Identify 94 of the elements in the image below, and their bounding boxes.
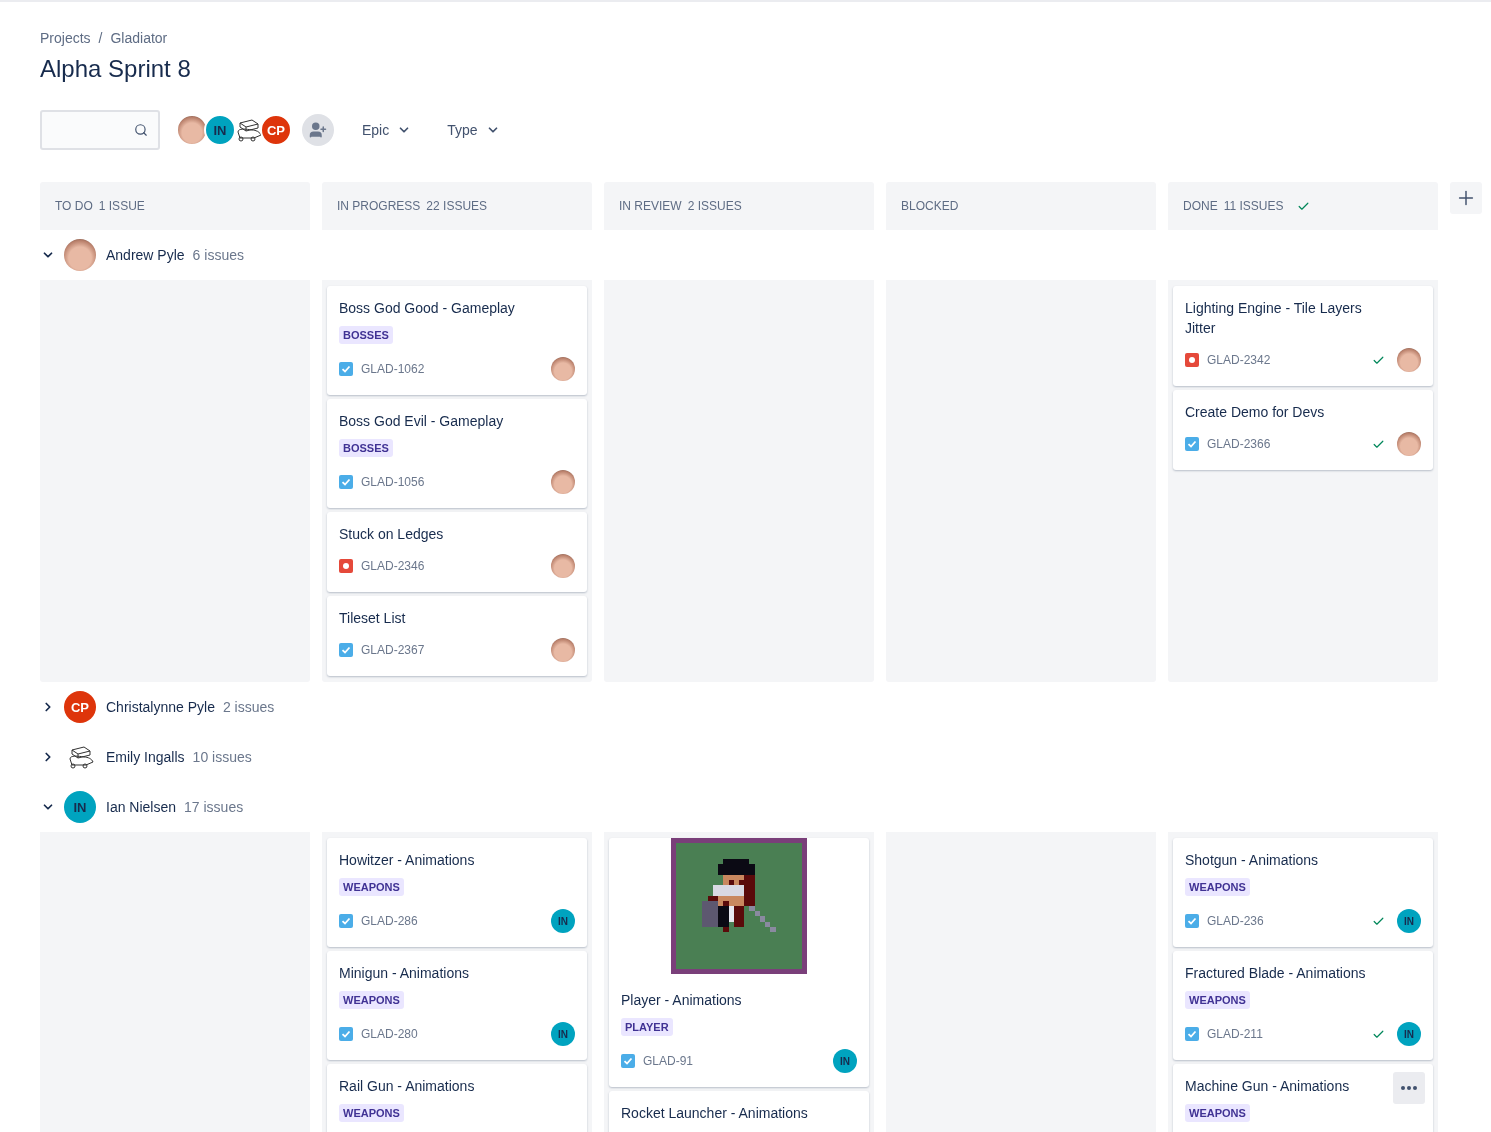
epic-label: PLAYER (621, 1018, 673, 1036)
avatar-initials: IN (204, 114, 236, 146)
avatar-initials: IN (1397, 1022, 1421, 1046)
epic-label: WEAPONS (339, 1104, 404, 1122)
filter-dropdown[interactable]: Epic (350, 116, 424, 144)
avatar-photo (551, 470, 575, 494)
avatar-initials: IN (64, 791, 96, 823)
add-column-button[interactable] (1450, 182, 1482, 214)
avatar-photo (551, 554, 575, 578)
issue-key[interactable]: GLAD-1056 (361, 475, 551, 489)
avatar-initials: CP (64, 691, 96, 723)
issue-card[interactable]: Boss God Good - Gameplay BOSSES GLAD-1062 (327, 286, 587, 395)
avatar-photo (551, 638, 575, 662)
issue-count: 22 ISSUES (426, 199, 488, 213)
assignee-name: Christalynne Pyle (106, 699, 215, 715)
issue-count: 1 ISSUE (98, 199, 145, 213)
epic-label: WEAPONS (339, 878, 404, 896)
issue-card[interactable]: Fractured Blade - Animations WEAPONS GLAD-211 IN (1173, 951, 1433, 1060)
issue-count: 11 ISSUES (1223, 199, 1284, 213)
epic-label: WEAPONS (1185, 1104, 1250, 1122)
avatar-initials: IN (551, 909, 575, 933)
card-title: Stuck on Ledges (339, 525, 444, 544)
column-title: TO DO (55, 199, 93, 213)
issue-count: 10 issues (192, 749, 252, 765)
assignee-name: Ian Nielsen (106, 799, 177, 815)
issue-count: 6 issues (192, 247, 244, 263)
issue-key[interactable]: GLAD-2342 (1207, 353, 1372, 367)
card-title: Tileset List (339, 609, 406, 628)
avatar-photo (551, 357, 575, 381)
epic-label: WEAPONS (1185, 991, 1250, 1009)
issue-key[interactable]: GLAD-280 (361, 1027, 551, 1041)
card-title: Rail Gun - Animations (339, 1077, 475, 1096)
issue-card[interactable]: Rocket Launcher - Animations (609, 1091, 869, 1132)
epic-label: BOSSES (339, 326, 393, 344)
epic-label: BOSSES (339, 439, 393, 457)
card-title: Rocket Launcher - Animations (621, 1104, 808, 1123)
breadcrumb-link[interactable]: Projects (40, 29, 91, 47)
card-title: Player - Animations (621, 991, 742, 1010)
breadcrumb-separator: / (98, 29, 103, 47)
issue-card[interactable]: Lighting Engine - Tile Layers Jitter GLAD-2342 (1173, 286, 1433, 386)
issue-count: 17 issues (184, 799, 244, 815)
column-title: IN REVIEW (619, 199, 682, 213)
filter-dropdown[interactable]: Type (435, 116, 512, 144)
card-title: Boss God Good - Gameplay (339, 299, 515, 318)
issue-card[interactable]: Player - Animations PLAYER GLAD-91 IN (609, 838, 869, 1087)
card-title: Boss God Evil - Gameplay (339, 412, 504, 431)
issue-card[interactable]: Rail Gun - Animations WEAPONS (327, 1064, 587, 1132)
assignee-name: Emily Ingalls (106, 749, 185, 765)
issue-card[interactable]: Stuck on Ledges GLAD-2346 (327, 512, 587, 592)
card-title: Minigun - Animations (339, 964, 469, 983)
search-field[interactable] (40, 110, 160, 150)
card-title: Create Demo for Devs (1185, 403, 1325, 422)
epic-label: WEAPONS (1185, 878, 1250, 896)
card-title: Lighting Engine - Tile Layers Jitter (1185, 299, 1363, 338)
more-button[interactable] (1393, 1072, 1425, 1104)
issue-key[interactable]: GLAD-1062 (361, 362, 551, 376)
issue-card[interactable]: Howitzer - Animations WEAPONS GLAD-286 IN (327, 838, 587, 947)
column-title: DONE (1183, 199, 1218, 213)
assignee-name: Andrew Pyle (106, 247, 185, 263)
add-person-icon (309, 121, 327, 139)
card-title: Fractured Blade - Animations (1185, 964, 1366, 983)
issue-card[interactable]: Tileset List GLAD-2367 (327, 596, 587, 676)
issue-key[interactable]: GLAD-2346 (361, 559, 551, 573)
more-icon (1401, 1086, 1417, 1090)
issue-card[interactable]: Create Demo for Devs GLAD-2366 (1173, 390, 1433, 470)
column-title: IN PROGRESS (337, 199, 421, 213)
avatar-initials: IN (551, 1022, 575, 1046)
issue-card[interactable]: Minigun - Animations WEAPONS GLAD-280 IN (327, 951, 587, 1060)
issue-key[interactable]: GLAD-91 (643, 1054, 833, 1068)
issue-card[interactable]: Machine Gun - Animations WEAPONS (1173, 1064, 1433, 1132)
card-title: Howitzer - Animations (339, 851, 475, 870)
issue-key[interactable]: GLAD-2367 (361, 643, 551, 657)
add-person-button[interactable] (302, 114, 334, 146)
epic-label: WEAPONS (339, 991, 404, 1009)
avatar-photo (1397, 348, 1421, 372)
avatar-initials: IN (1397, 909, 1421, 933)
issue-count: 2 issues (222, 699, 275, 715)
issue-key[interactable]: GLAD-211 (1207, 1027, 1372, 1041)
avatar-initials: IN (833, 1049, 857, 1073)
avatar-initials: CP (260, 114, 292, 146)
issue-key[interactable]: GLAD-286 (361, 914, 551, 928)
card-title: Machine Gun - Animations (1185, 1077, 1350, 1096)
issue-key[interactable]: GLAD-236 (1207, 914, 1372, 928)
card-title: Shotgun - Animations (1185, 851, 1319, 870)
page-title: Alpha Sprint 8 (40, 55, 192, 83)
search-icon (134, 123, 148, 137)
issue-card[interactable]: Shotgun - Animations WEAPONS GLAD-236 IN (1173, 838, 1433, 947)
avatar-photo (1397, 432, 1421, 456)
breadcrumb-link[interactable]: Gladiator (110, 29, 168, 47)
avatar-photo (64, 239, 96, 271)
column-title: BLOCKED (901, 199, 959, 213)
issue-key[interactable]: GLAD-2366 (1207, 437, 1372, 451)
issue-count: 2 ISSUES (687, 199, 742, 213)
issue-card[interactable]: Boss God Evil - Gameplay BOSSES GLAD-1056 (327, 399, 587, 508)
